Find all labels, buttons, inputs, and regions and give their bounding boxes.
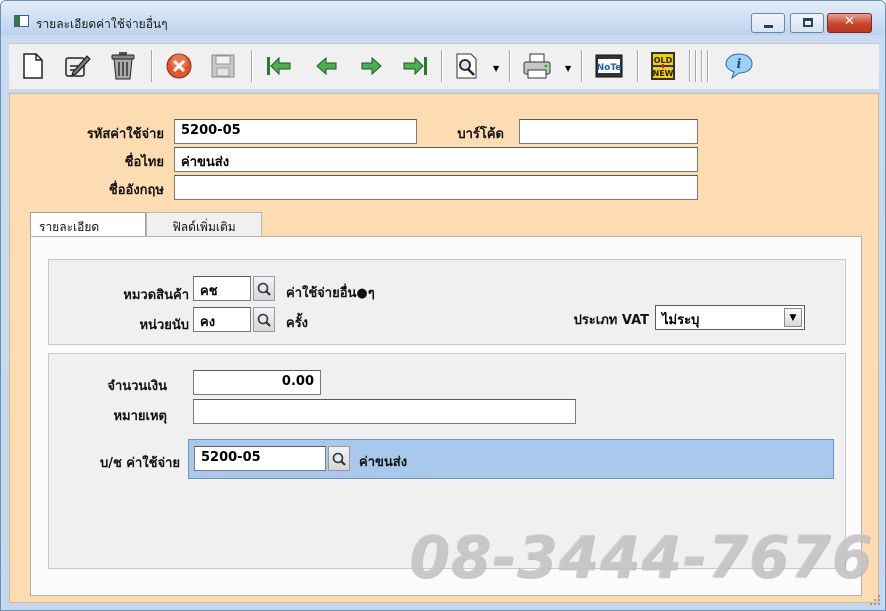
note-icon: NoTe xyxy=(595,54,623,78)
expense-account-search-button[interactable] xyxy=(328,446,350,471)
unit-name-text: ครั้ง xyxy=(286,316,309,331)
last-record-icon xyxy=(403,56,427,76)
category-code-input[interactable]: คช xyxy=(193,276,251,301)
old-new-icon: OLD NEW xyxy=(651,52,675,80)
save-icon xyxy=(211,54,235,78)
unit-search-button[interactable] xyxy=(253,307,275,332)
maximize-icon xyxy=(803,18,813,27)
toolbar-separator xyxy=(701,50,703,82)
print-icon xyxy=(523,53,551,79)
last-record-button[interactable] xyxy=(399,50,431,82)
delete-trash-icon xyxy=(111,52,135,80)
app-window: รายละเอียดค่าใช้จ่ายอื่นๆ ✕ ▼ ▼ NoTe OLD… xyxy=(0,0,886,611)
toolbar-separator xyxy=(689,50,691,82)
delete-button[interactable] xyxy=(107,50,139,82)
barcode-input[interactable] xyxy=(519,119,698,144)
minimize-button[interactable] xyxy=(751,13,785,33)
english-name-label: ชื่ออังกฤษ xyxy=(108,183,164,198)
toolbar-separator xyxy=(695,50,697,82)
find-button[interactable] xyxy=(451,50,483,82)
expense-account-label: บ/ช ค่าใช้จ่าย xyxy=(99,456,180,471)
thai-name-input[interactable]: ค่าขนส่ง xyxy=(174,147,698,172)
save-button[interactable] xyxy=(207,50,239,82)
chevron-down-icon[interactable]: ▼ xyxy=(784,308,802,327)
category-search-button[interactable] xyxy=(253,276,275,301)
print-dropdown-arrow-icon[interactable]: ▼ xyxy=(565,64,571,73)
note-button[interactable]: NoTe xyxy=(593,50,625,82)
phone-watermark: 08-3444-7676 xyxy=(409,523,873,591)
thai-name-label: ชื่อไทย xyxy=(124,155,164,170)
close-button[interactable]: ✕ xyxy=(827,13,872,33)
category-name-text: ค่าใช้จ่ายอื่น●ๆ xyxy=(286,286,375,301)
minimize-icon xyxy=(764,25,773,28)
search-icon xyxy=(332,452,346,466)
previous-record-icon xyxy=(316,56,337,76)
window-title: รายละเอียดค่าใช้จ่ายอื่นๆ xyxy=(36,17,168,31)
toolbar-separator xyxy=(509,50,511,82)
toolbar-separator xyxy=(441,50,443,82)
find-icon xyxy=(456,53,477,79)
vat-type-select[interactable]: ไม่ระบุ ▼ xyxy=(655,305,805,330)
english-name-input[interactable] xyxy=(174,175,698,200)
expense-account-input[interactable]: 5200-05 xyxy=(194,446,326,471)
window-app-icon xyxy=(14,15,29,27)
search-icon xyxy=(257,313,271,327)
first-record-icon xyxy=(267,56,291,76)
unit-label: หน่วยนับ xyxy=(139,318,189,333)
barcode-label: บาร์โค้ด xyxy=(457,127,504,142)
remark-label: หมายเหตุ xyxy=(113,409,167,424)
tab-strip: รายละเอียด ฟิลด์เพิ่มเติม xyxy=(30,212,862,237)
toolbar-separator xyxy=(707,50,709,82)
vat-type-value: ไม่ระบุ xyxy=(662,313,700,328)
edit-button[interactable] xyxy=(61,50,93,82)
toolbar-separator xyxy=(637,50,639,82)
cancel-icon xyxy=(166,53,192,79)
amount-label: จำนวนเงิน xyxy=(107,379,167,394)
tab-details[interactable]: รายละเอียด xyxy=(30,212,146,237)
find-dropdown-arrow-icon[interactable]: ▼ xyxy=(493,64,499,73)
toolbar-separator xyxy=(251,50,253,82)
resize-grip-icon[interactable] xyxy=(869,594,881,606)
next-record-button[interactable] xyxy=(355,50,387,82)
search-icon xyxy=(257,282,271,296)
remark-input[interactable] xyxy=(193,399,576,424)
first-record-button[interactable] xyxy=(263,50,295,82)
next-record-icon xyxy=(361,56,382,76)
unit-code-input[interactable]: คง xyxy=(193,307,251,332)
svg-text:NEW: NEW xyxy=(653,69,674,78)
new-button[interactable] xyxy=(17,50,49,82)
previous-record-button[interactable] xyxy=(311,50,343,82)
category-label: หมวดสินค้า xyxy=(123,288,189,303)
toolbar: ▼ ▼ NoTe OLD NEW i xyxy=(9,43,879,89)
tab-extra-fields[interactable]: ฟิลด์เพิ่มเติม xyxy=(146,212,262,236)
amount-input[interactable]: 0.00 xyxy=(193,370,321,395)
title-bar[interactable]: รายละเอียดค่าใช้จ่ายอื่นๆ ✕ xyxy=(1,1,885,35)
new-document-icon xyxy=(23,53,43,79)
maximize-button[interactable] xyxy=(790,13,824,33)
info-icon: i xyxy=(725,53,753,80)
toolbar-separator xyxy=(581,50,583,82)
svg-text:NoTe: NoTe xyxy=(597,63,622,73)
code-input[interactable]: 5200-05 xyxy=(174,119,417,144)
close-icon: ✕ xyxy=(844,14,855,29)
svg-text:i: i xyxy=(737,57,742,72)
print-button[interactable] xyxy=(521,50,553,82)
cancel-button[interactable] xyxy=(163,50,195,82)
old-new-button[interactable]: OLD NEW xyxy=(647,50,679,82)
info-button[interactable]: i xyxy=(723,50,755,82)
code-label: รหัสค่าใช้จ่าย xyxy=(86,127,164,142)
svg-text:OLD: OLD xyxy=(654,56,673,65)
toolbar-separator xyxy=(151,50,153,82)
expense-account-name-text: ค่าขนส่ง xyxy=(359,455,408,470)
vat-type-label: ประเภท VAT xyxy=(573,313,649,328)
edit-icon xyxy=(65,55,91,77)
